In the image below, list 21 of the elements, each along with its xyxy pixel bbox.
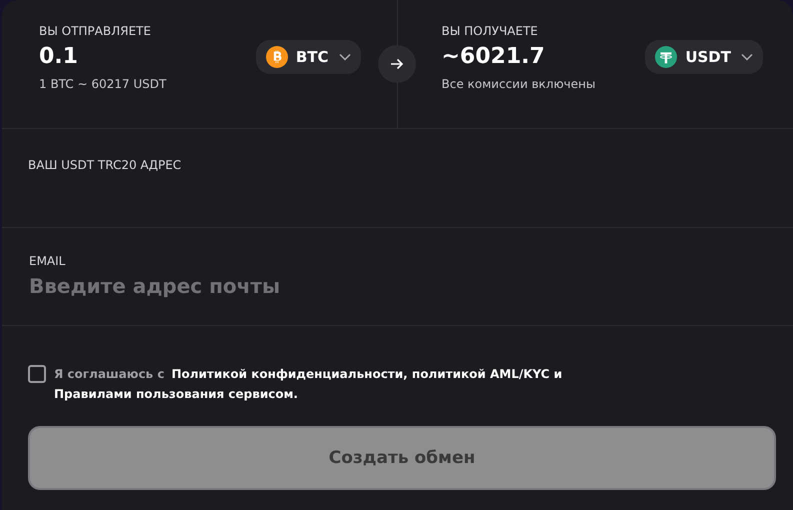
agreement-checkbox[interactable] xyxy=(28,365,46,383)
receive-label: ВЫ ПОЛУЧАЕТЕ xyxy=(442,24,539,38)
exchange-rate: 1 BTC ~ 60217 USDT xyxy=(39,77,166,91)
receive-amount: ~6021.7 xyxy=(442,44,546,69)
currency-select[interactable]: BTC xyxy=(256,40,360,74)
bitcoin-icon xyxy=(266,46,288,68)
arrow-right-icon xyxy=(388,56,404,72)
email-label: EMAIL xyxy=(29,254,66,268)
currency-select[interactable]: USDT xyxy=(645,40,763,74)
chevron-down-icon xyxy=(338,53,350,61)
email-field[interactable]: Введите адрес почты xyxy=(29,274,429,298)
send-label: ВЫ ОТПРАВЛЯЕТЕ xyxy=(39,24,152,38)
policy-link[interactable]: Правилами пользования сервисом. xyxy=(54,384,298,404)
agreement-text: Я соглашаюсь с xyxy=(54,366,164,383)
chevron-down-icon xyxy=(741,53,753,61)
send-amount: 0.1 xyxy=(39,44,79,69)
tether-icon xyxy=(655,46,678,68)
address-label: ВАШ USDT TRC20 АДРЕС xyxy=(28,158,182,172)
fees-note: Все комиссии включены xyxy=(442,77,596,91)
arrow-right-button[interactable] xyxy=(378,45,416,83)
policy-link[interactable]: Политикой конфиденциальности, политикой AML/KYC и xyxy=(171,364,562,384)
